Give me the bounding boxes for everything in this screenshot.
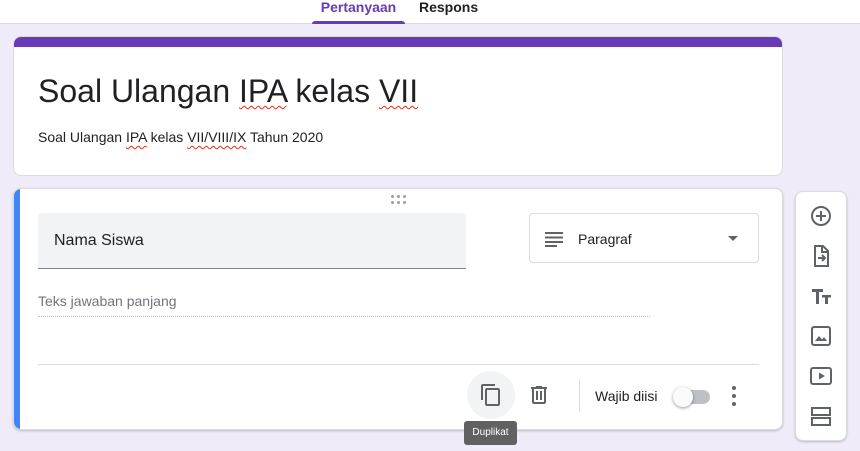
tab-responses[interactable]: Respons (419, 0, 478, 24)
tab-questions[interactable]: Pertanyaan (312, 0, 405, 24)
form-title-card[interactable]: Soal Ulangan IPA kelas VII Soal Ulangan … (13, 36, 783, 176)
duplicate-tooltip: Duplikat (464, 421, 517, 445)
question-card[interactable]: Nama Siswa Paragraf Teks jawaban panjang… (13, 188, 783, 430)
form-title[interactable]: Soal Ulangan IPA kelas VII (38, 71, 418, 111)
question-type-select[interactable]: Paragraf (529, 213, 759, 263)
form-description[interactable]: Soal Ulangan IPA kelas VII/VIII/IX Tahun… (38, 128, 323, 146)
notes-icon (544, 229, 564, 254)
answer-underline (38, 316, 650, 317)
delete-button[interactable] (515, 371, 563, 419)
answer-placeholder: Teks jawaban panjang (38, 293, 177, 309)
add-video-button[interactable] (808, 363, 834, 389)
duplicate-button[interactable] (467, 371, 515, 419)
add-image-button[interactable] (808, 323, 834, 349)
active-tab-indicator (312, 21, 405, 24)
question-type-label: Paragraf (578, 231, 632, 247)
add-title-button[interactable] (808, 283, 834, 309)
toggle-thumb (673, 387, 693, 407)
title-card-accent (14, 37, 782, 47)
add-question-button[interactable] (808, 203, 834, 229)
tab-responses-label: Respons (419, 0, 479, 15)
required-label: Wajib diisi (595, 388, 658, 404)
question-title-input[interactable]: Nama Siswa (38, 213, 466, 269)
tab-questions-label: Pertanyaan (320, 0, 397, 15)
side-toolbar (795, 191, 847, 441)
drag-handle-icon[interactable] (390, 195, 408, 205)
top-tab-bar: Pertanyaan Respons (0, 0, 860, 24)
required-toggle[interactable] (673, 384, 711, 408)
card-footer-divider (38, 364, 759, 365)
footer-separator (579, 379, 580, 412)
more-options-button[interactable] (720, 380, 748, 412)
dropdown-arrow-icon (728, 236, 738, 241)
import-questions-button[interactable] (808, 243, 834, 269)
add-section-button[interactable] (808, 403, 834, 429)
active-question-indicator (14, 189, 20, 429)
question-title-text: Nama Siswa (54, 232, 144, 249)
